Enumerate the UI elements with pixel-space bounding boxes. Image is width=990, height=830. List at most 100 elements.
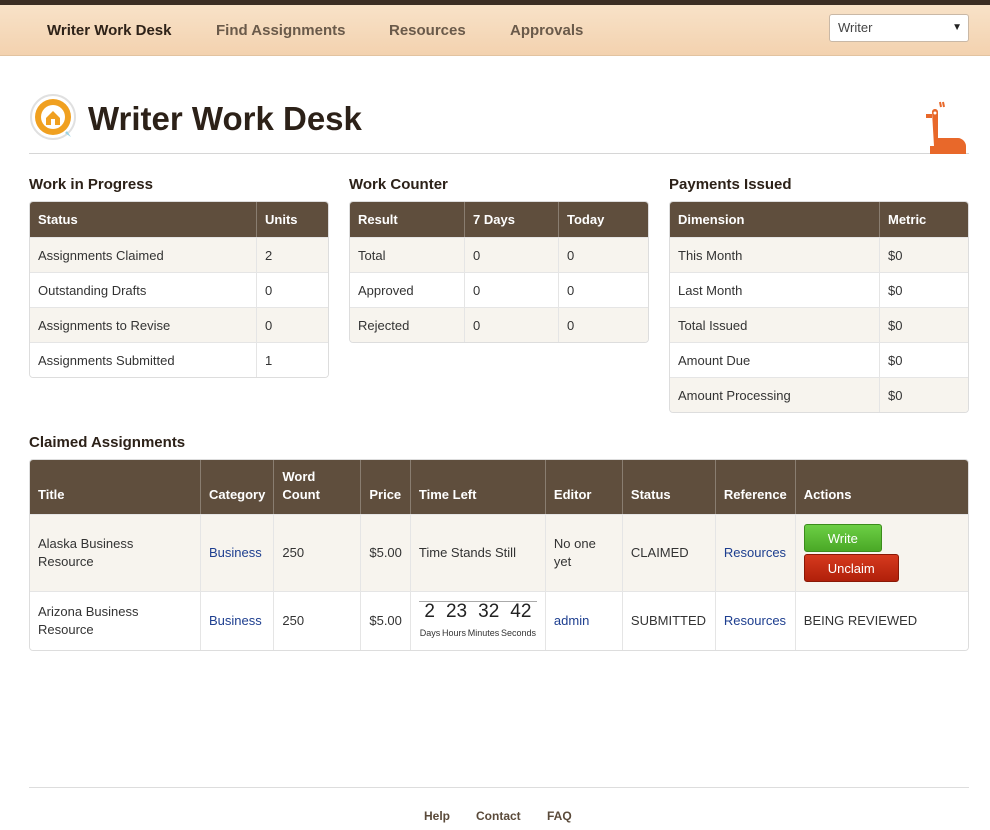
table-cell: 0: [559, 307, 648, 342]
countdown-minutes: 32: [478, 600, 500, 622]
unclaim-button[interactable]: Unclaim: [803, 554, 899, 582]
table-row: Assignments Claimed 2: [30, 237, 328, 272]
assignment-title: Alaska Business Resource: [30, 514, 201, 591]
status: CLAIMED: [622, 514, 716, 591]
table-cell: This Month: [670, 237, 880, 272]
table-cell: Assignments to Revise: [30, 307, 257, 342]
countdown-timer: 2 23 32 42 Days Hours Minutes Seconds: [418, 600, 537, 642]
giraffe-mascot-icon: [926, 101, 966, 154]
table-cell: Assignments Submitted: [30, 342, 257, 377]
table-cell: $0: [880, 272, 968, 307]
column-header: Actions: [795, 460, 968, 514]
page-title: Writer Work Desk: [88, 100, 362, 137]
table-cell: 0: [465, 237, 559, 272]
countdown-hours: 23: [445, 600, 468, 622]
countdown-seconds: 42: [510, 600, 532, 622]
actions-cell: Write Unclaim: [795, 514, 968, 591]
assignment-title: Arizona Business Resource: [30, 591, 201, 650]
column-header: Units: [257, 202, 328, 237]
table-row: Last Month $0: [670, 272, 968, 307]
word-count: 250: [274, 514, 362, 591]
nav-resources[interactable]: Resources: [389, 5, 466, 56]
table-cell: 1: [257, 342, 328, 377]
column-header: Time Left: [410, 460, 546, 514]
category-link[interactable]: Business: [209, 545, 262, 560]
table-row: Assignments Submitted 1: [30, 342, 328, 377]
countdown-days: 2: [424, 600, 435, 622]
column-header: Editor: [545, 460, 623, 514]
reference-cell: Resources: [715, 591, 796, 650]
reference-cell: Resources: [715, 514, 796, 591]
table-row: Assignments to Revise 0: [30, 307, 328, 342]
claimed-title: Claimed Assignments: [29, 434, 186, 451]
table-cell: $0: [880, 342, 968, 377]
countdown-label: Minutes: [467, 627, 500, 638]
category-cell: Business: [201, 591, 275, 650]
table-row: Amount Due $0: [670, 342, 968, 377]
page-header: Writer Work Desk: [29, 90, 969, 154]
table-row: Total Issued $0: [670, 307, 968, 342]
table-cell: Last Month: [670, 272, 880, 307]
table-cell: Rejected: [350, 307, 465, 342]
column-header: 7 Days: [465, 202, 559, 237]
table-cell: 0: [559, 237, 648, 272]
counter-table: Result 7 Days Today Total 0 0 Approved 0 0 R…: [349, 201, 649, 343]
time-left: Time Stands Still: [410, 514, 546, 591]
wip-title: Work in Progress: [29, 176, 153, 193]
table-row: Approved 0 0: [350, 272, 648, 307]
column-header: Metric: [880, 202, 968, 237]
countdown-label: Seconds: [500, 627, 536, 638]
table-cell: 0: [257, 307, 328, 342]
countdown-label: Hours: [442, 627, 467, 638]
table-row: Outstanding Drafts 0: [30, 272, 328, 307]
footer-divider: [29, 787, 969, 788]
table-row: Arizona Business Resource Business 250 $…: [30, 591, 968, 650]
action-status-text: BEING REVIEWED: [795, 591, 968, 650]
editor-cell: admin: [545, 591, 623, 650]
nav-writer-work-desk[interactable]: Writer Work Desk: [47, 5, 172, 56]
table-cell: Outstanding Drafts: [30, 272, 257, 307]
nav-find-assignments[interactable]: Find Assignments: [216, 5, 345, 56]
column-header: Price: [361, 460, 411, 514]
counter-title: Work Counter: [349, 176, 448, 193]
table-cell: 2: [257, 237, 328, 272]
status: SUBMITTED: [622, 591, 716, 650]
editor-link[interactable]: admin: [554, 613, 589, 628]
table-row: Total 0 0: [350, 237, 648, 272]
write-button[interactable]: Write: [803, 524, 882, 552]
reference-link[interactable]: Resources: [724, 613, 786, 628]
role-select[interactable]: Writer ▼: [829, 14, 969, 42]
table-cell: 0: [465, 307, 559, 342]
footer-contact-link[interactable]: Contact: [476, 809, 521, 823]
column-header: Word Count: [274, 460, 362, 514]
table-cell: 0: [465, 272, 559, 307]
table-cell: Approved: [350, 272, 465, 307]
table-row: Rejected 0 0: [350, 307, 648, 342]
table-cell: 0: [559, 272, 648, 307]
footer-help-link[interactable]: Help: [424, 809, 450, 823]
table-row: This Month $0: [670, 237, 968, 272]
table-cell: Total Issued: [670, 307, 880, 342]
table-row: Amount Processing $0: [670, 377, 968, 412]
house-logo-icon: [30, 94, 76, 140]
chevron-down-icon: ▼: [952, 22, 962, 33]
column-header: Today: [559, 202, 648, 237]
word-count: 250: [274, 591, 362, 650]
table-cell: Amount Due: [670, 342, 880, 377]
footer-faq-link[interactable]: FAQ: [547, 809, 572, 823]
countdown-label: Days: [419, 627, 441, 638]
table-cell: $0: [880, 237, 968, 272]
time-left: 2 23 32 42 Days Hours Minutes Seconds: [410, 591, 546, 650]
table-cell: $0: [880, 307, 968, 342]
table-cell: 0: [257, 272, 328, 307]
top-navbar: Writer Work Desk Find Assignments Resour…: [0, 5, 990, 56]
reference-link[interactable]: Resources: [724, 545, 786, 560]
column-header: Dimension: [670, 202, 880, 237]
wip-table: Status Units Assignments Claimed 2 Outsta…: [29, 201, 329, 378]
nav-approvals[interactable]: Approvals: [510, 5, 583, 56]
payments-table: Dimension Metric This Month $0 Last Month…: [669, 201, 969, 413]
category-link[interactable]: Business: [209, 613, 262, 628]
column-header: Status: [622, 460, 716, 514]
editor: No one yet: [545, 514, 623, 591]
claimed-table: Title Category Word Count Price Time Lef…: [29, 459, 969, 651]
